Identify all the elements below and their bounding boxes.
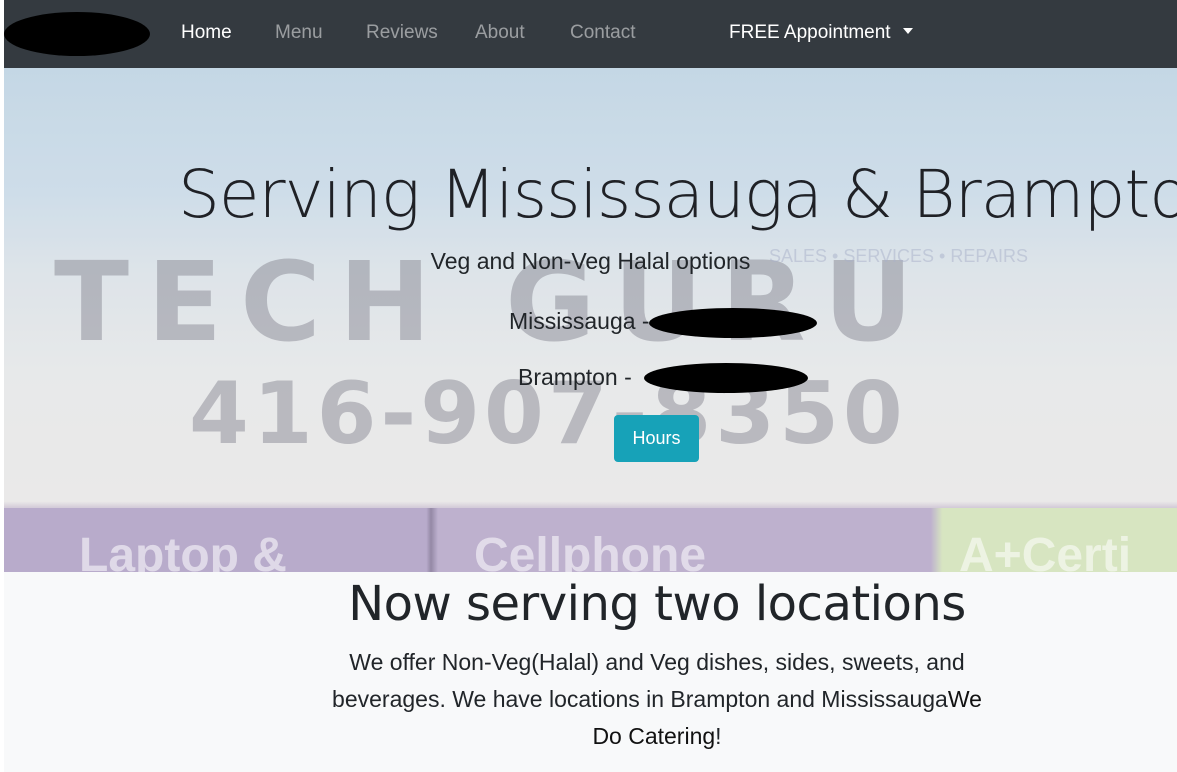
hero-section: TECH GURU SALES • SERVICES • REPAIRS 416…	[4, 68, 1177, 572]
nav-contact[interactable]: Contact	[570, 21, 635, 45]
catering-exclamation: !	[715, 723, 722, 749]
location-mississauga-label: Mississauga -	[509, 308, 650, 334]
nav-reviews[interactable]: Reviews	[366, 21, 438, 45]
hours-button[interactable]: Hours	[614, 415, 699, 462]
nav-home[interactable]: Home	[181, 21, 232, 45]
hero-subtitle: Veg and Non-Veg Halal options	[430, 248, 751, 274]
locations-section: Now serving two locations We offer Non-V…	[4, 572, 1177, 772]
nav-menu[interactable]: Menu	[275, 21, 323, 45]
hero-title: Serving Mississauga & Brampton	[178, 156, 1177, 233]
free-appointment-label: FREE Appointment	[729, 22, 891, 43]
redacted-phone-mississauga	[649, 308, 817, 338]
brand-logo-redacted[interactable]	[4, 12, 150, 56]
locations-title: Now serving two locations	[348, 576, 966, 632]
locations-description: We offer Non-Veg(Halal) and Veg dishes, …	[324, 644, 990, 755]
free-appointment-dropdown[interactable]: FREE Appointment	[729, 21, 913, 45]
navbar: Home Menu Reviews About Contact FREE App…	[4, 0, 1177, 68]
nav-about[interactable]: About	[475, 21, 525, 45]
caret-down-icon	[902, 28, 913, 34]
locations-description-text: We offer Non-Veg(Halal) and Veg dishes, …	[332, 649, 965, 712]
location-brampton-label: Brampton -	[518, 364, 632, 390]
redacted-phone-brampton	[644, 363, 808, 393]
